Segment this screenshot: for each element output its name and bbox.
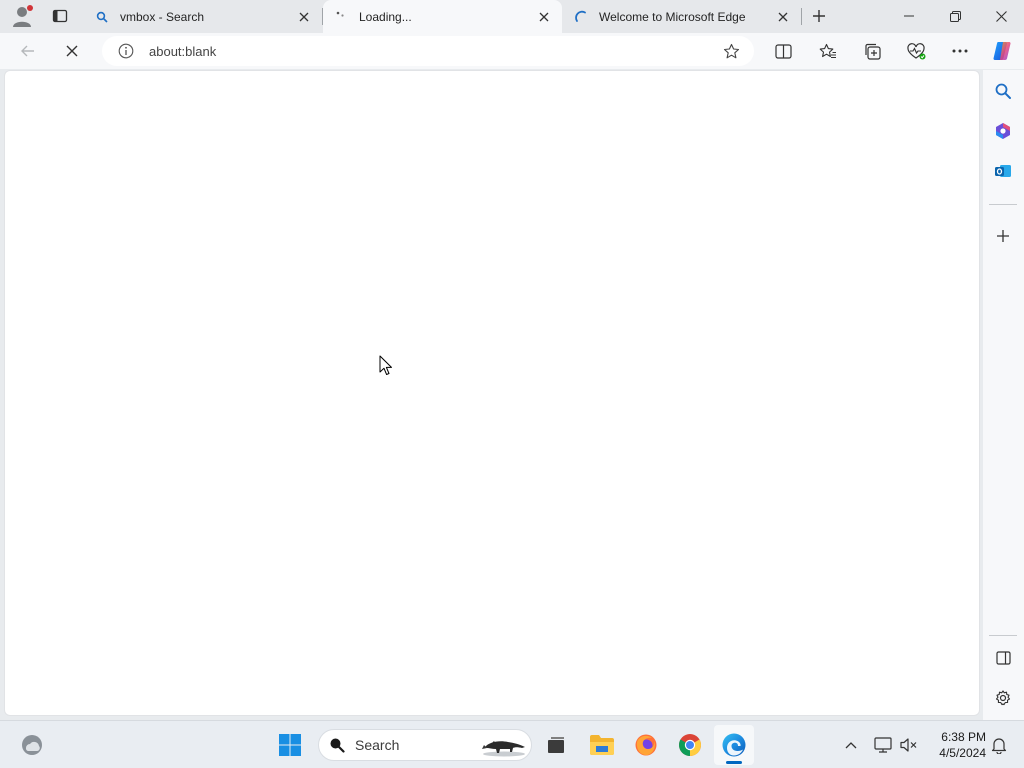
sidebar-outlook-button[interactable] [989, 157, 1017, 185]
firefox-icon [635, 734, 657, 756]
bell-icon [991, 737, 1007, 754]
tab-label: Welcome to Microsoft Edge [599, 9, 746, 24]
back-button[interactable] [13, 36, 43, 66]
search-icon [995, 83, 1011, 99]
close-icon [66, 45, 78, 57]
close-icon [299, 12, 309, 21]
browser-toolbar: about:blank [0, 33, 1024, 69]
notifications-button[interactable] [986, 731, 1012, 759]
plus-icon [997, 230, 1009, 242]
restore-icon [949, 10, 961, 22]
speaker-muted-icon [900, 738, 917, 752]
settings-more-button[interactable] [945, 36, 975, 66]
close-icon [778, 12, 788, 21]
more-icon [952, 49, 968, 53]
new-tab-button[interactable] [806, 3, 832, 29]
search-highlight-anteater-icon [482, 741, 525, 757]
collections-icon [864, 43, 881, 60]
arrow-left-icon [21, 45, 34, 57]
loading-icon [573, 9, 589, 25]
search-icon [330, 738, 345, 753]
edge-sidebar [983, 70, 1024, 720]
microsoft-365-icon [996, 123, 1010, 139]
star-icon [723, 43, 739, 58]
search-icon [94, 9, 110, 25]
active-app-indicator [726, 761, 742, 764]
widgets-button[interactable] [12, 725, 52, 765]
tab-separator [801, 8, 802, 25]
windows-logo-icon [279, 734, 301, 756]
favorites-button[interactable] [813, 36, 843, 66]
stop-loading-button[interactable] [57, 36, 87, 66]
gear-icon [995, 690, 1011, 706]
minimize-icon [904, 15, 914, 17]
chrome-button[interactable] [670, 725, 710, 765]
favorites-icon [819, 43, 836, 58]
notification-dot [27, 5, 33, 11]
tab-welcome-edge[interactable]: Welcome to Microsoft Edge [563, 0, 801, 33]
plus-icon [813, 10, 825, 22]
copilot-button[interactable] [987, 36, 1017, 66]
chevron-up-icon [845, 742, 857, 749]
sidebar-add-button[interactable] [989, 222, 1017, 250]
sidebar-divider [989, 204, 1017, 205]
tab-loading[interactable]: Loading... [323, 0, 562, 33]
minimize-button[interactable] [886, 0, 932, 32]
mouse-cursor-icon [379, 355, 392, 375]
close-window-button[interactable] [978, 0, 1024, 32]
add-favorite-button[interactable] [720, 40, 742, 62]
taskbar-search-placeholder: Search [355, 737, 400, 753]
tab-actions-button[interactable] [46, 3, 74, 29]
info-icon[interactable] [117, 42, 135, 60]
tab-close-button[interactable] [536, 9, 552, 25]
close-icon [539, 12, 549, 21]
clock-date: 4/5/2024 [939, 746, 986, 760]
sidebar-divider [989, 635, 1017, 636]
tab-strip: vmbox - Search Loading... Welcome to Mic… [0, 0, 1024, 33]
split-screen-button[interactable] [768, 36, 798, 66]
collections-button[interactable] [857, 36, 887, 66]
task-view-button[interactable] [536, 725, 576, 765]
edge-icon [722, 733, 746, 757]
network-button[interactable] [870, 731, 896, 759]
taskbar-clock[interactable]: 6:38 PM 4/5/2024 [924, 729, 986, 761]
clock-time: 6:38 PM [941, 730, 986, 744]
taskbar-search-box[interactable]: Search [318, 729, 532, 761]
tab-label: vmbox - Search [120, 9, 205, 24]
heart-pulse-icon [906, 42, 925, 59]
browser-essentials-button[interactable] [901, 36, 931, 66]
tab-label: Loading... [359, 9, 412, 24]
firefox-button[interactable] [626, 725, 666, 765]
address-url[interactable]: about:blank [149, 44, 720, 59]
volume-button[interactable] [896, 731, 922, 759]
loading-icon [333, 9, 349, 25]
copilot-icon [993, 42, 1011, 60]
tab-vmbox-search[interactable]: vmbox - Search [84, 0, 322, 33]
tab-actions-icon [52, 9, 68, 23]
file-explorer-button[interactable] [582, 725, 622, 765]
restore-button[interactable] [932, 0, 978, 32]
start-button[interactable] [270, 725, 310, 765]
chrome-icon [679, 734, 701, 756]
tab-close-button[interactable] [296, 9, 312, 25]
hide-sidebar-button[interactable] [989, 644, 1017, 672]
sidebar-search-button[interactable] [989, 77, 1017, 105]
profile-button[interactable] [8, 3, 36, 29]
network-icon [874, 737, 892, 753]
tab-close-button[interactable] [775, 9, 791, 25]
sidebar-tools-button[interactable] [989, 117, 1017, 145]
show-hidden-icons-button[interactable] [838, 731, 864, 759]
close-icon [995, 10, 1007, 22]
split-screen-icon [774, 43, 792, 59]
page-content[interactable] [4, 70, 980, 716]
address-bar[interactable]: about:blank [102, 36, 754, 66]
folder-icon [590, 735, 614, 755]
sidebar-settings-button[interactable] [989, 684, 1017, 712]
outlook-icon [995, 165, 1011, 177]
sidebar-panel-icon [995, 651, 1011, 665]
task-view-icon [548, 737, 564, 753]
taskbar: Search 6:38 PM 4/5/2024 [0, 720, 1024, 768]
widgets-weather-icon [22, 735, 42, 755]
edge-button[interactable] [714, 725, 754, 765]
